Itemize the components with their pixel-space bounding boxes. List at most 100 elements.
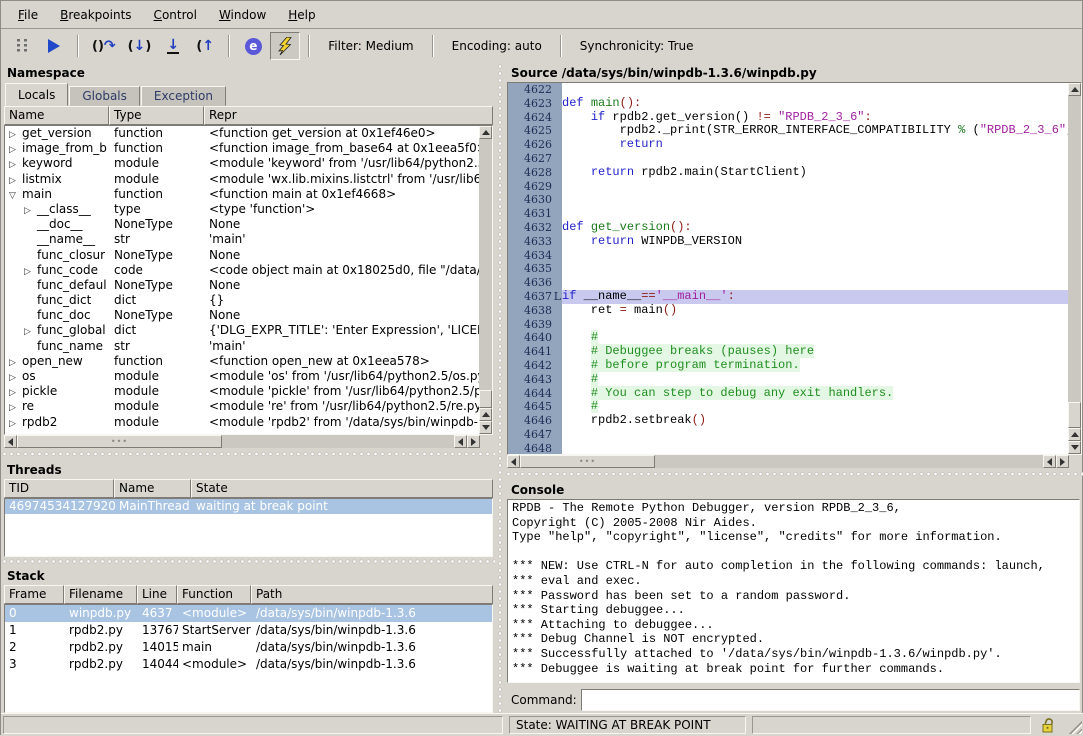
collapsed-icon[interactable]: ▷ <box>9 143 22 156</box>
source-line[interactable]: rpdb2.setbreak() <box>562 414 1068 428</box>
source-line[interactable]: ret = main() <box>562 304 1068 318</box>
splitter-handle[interactable] <box>505 468 1083 480</box>
table-row[interactable]: func_docNoneTypeNone <box>5 308 479 323</box>
column-header-filename[interactable]: Filename <box>64 585 137 604</box>
collapsed-icon[interactable]: ▷ <box>9 371 22 384</box>
source-line[interactable]: # <box>562 400 1068 414</box>
table-row[interactable]: ▷osmodule<module 'os' from '/usr/lib64/p… <box>5 369 479 384</box>
table-row[interactable]: 0winpdb.py4637<module>/data/sys/bin/winp… <box>5 605 492 622</box>
splitter-handle[interactable] <box>1 448 495 460</box>
eval-button[interactable]: e <box>238 32 268 60</box>
source-code[interactable]: def main(): if rpdb2.get_version() != "R… <box>562 83 1068 454</box>
source-line[interactable]: if rpdb2.get_version() != "RPDB_2_3_6": <box>562 111 1068 125</box>
table-row[interactable]: func_namestr'main' <box>5 339 479 354</box>
source-line[interactable] <box>562 276 1068 290</box>
collapsed-icon[interactable]: ▷ <box>24 204 37 217</box>
command-input[interactable] <box>581 689 1080 711</box>
table-row[interactable]: ▷image_from_bfunction<function image_fro… <box>5 141 479 156</box>
source-line[interactable] <box>562 318 1068 332</box>
tab-locals[interactable]: Locals <box>5 83 68 106</box>
table-row[interactable]: ▷rpdb2module<module 'rpdb2' from '/data/… <box>5 415 479 430</box>
source-line[interactable]: return rpdb2.main(StartClient) <box>562 166 1068 180</box>
splitter-handle[interactable] <box>495 63 505 713</box>
tab-globals[interactable]: Globals <box>69 86 140 106</box>
table-row[interactable]: ▷func_codecode<code object main at 0x180… <box>5 263 479 278</box>
table-row[interactable]: __doc__NoneTypeNone <box>5 217 479 232</box>
source-line[interactable] <box>562 442 1068 454</box>
source-line[interactable]: def main(): <box>562 97 1068 111</box>
scrollbar-thumb[interactable]: ••• <box>520 455 655 468</box>
column-header-type[interactable]: Type <box>109 106 204 125</box>
collapsed-icon[interactable]: ▷ <box>9 128 22 141</box>
console-output[interactable]: RPDB - The Remote Python Debugger, versi… <box>507 499 1080 683</box>
source-line[interactable] <box>562 193 1068 207</box>
menu-file[interactable]: File <box>7 3 49 27</box>
source-line[interactable] <box>562 249 1068 263</box>
collapsed-icon[interactable]: ▷ <box>24 325 37 338</box>
encoding-label[interactable]: Encoding: auto <box>442 39 552 53</box>
source-line[interactable] <box>562 83 1068 97</box>
source-line[interactable] <box>562 152 1068 166</box>
column-header-state[interactable]: State <box>191 479 493 498</box>
table-row[interactable]: ▷remodule<module 're' from '/usr/lib64/p… <box>5 399 479 414</box>
expanded-icon[interactable]: ▽ <box>9 189 22 202</box>
table-row[interactable]: 46974534127920MainThreadwaiting at break… <box>5 499 492 514</box>
collapsed-icon[interactable]: ▷ <box>9 158 22 171</box>
table-row[interactable]: __name__str'main' <box>5 232 479 247</box>
tab-exception[interactable]: Exception <box>141 86 226 106</box>
source-vscrollbar[interactable] <box>1068 83 1081 454</box>
column-header-name[interactable]: Name <box>114 479 191 498</box>
source-line[interactable]: # before program termination. <box>562 359 1068 373</box>
table-row[interactable]: func_dictdict{} <box>5 293 479 308</box>
source-line[interactable] <box>562 262 1068 276</box>
source-line[interactable]: if __name__=='__main__': <box>562 290 1068 304</box>
table-row[interactable]: ▽mainfunction<function main at 0x1ef4668… <box>5 187 479 202</box>
synchronicity-button[interactable] <box>270 32 300 60</box>
go-button[interactable] <box>39 32 69 60</box>
collapsed-icon[interactable]: ▷ <box>9 417 22 430</box>
source-line[interactable]: # Debuggee breaks (pauses) here <box>562 345 1068 359</box>
collapsed-icon[interactable]: ▷ <box>9 386 22 399</box>
scrollbar-thumb[interactable] <box>479 390 492 408</box>
menu-window[interactable]: Window <box>208 3 277 27</box>
column-header-function[interactable]: Function <box>177 585 251 604</box>
source-line[interactable]: def get_version(): <box>562 221 1068 235</box>
column-header-frame[interactable]: Frame <box>4 585 64 604</box>
table-row[interactable]: ▷keywordmodule<module 'keyword' from '/u… <box>5 156 479 171</box>
source-line[interactable]: return <box>562 138 1068 152</box>
source-line[interactable] <box>562 180 1068 194</box>
collapsed-icon[interactable]: ▷ <box>24 265 37 278</box>
table-row[interactable]: ▷func_globaldict{'DLG_EXPR_TITLE': 'Ente… <box>5 323 479 338</box>
column-header-name[interactable]: Name <box>4 106 109 125</box>
table-row[interactable]: 2rpdb2.py14015main/data/sys/bin/winpdb-1… <box>5 639 492 656</box>
resize-grip[interactable] <box>1067 719 1082 734</box>
source-hscrollbar[interactable]: ••• <box>507 455 1082 468</box>
column-header-repr[interactable]: Repr <box>204 106 493 125</box>
source-line[interactable]: rpdb2._print(STR_ERROR_INTERFACE_COMPATI… <box>562 124 1068 138</box>
collapsed-icon[interactable]: ▷ <box>9 174 22 187</box>
scrollbar-thumb[interactable] <box>1068 402 1081 428</box>
column-header-tid[interactable]: TID <box>4 479 114 498</box>
step-into-button[interactable]: (↓) <box>123 32 157 60</box>
column-header-line[interactable]: Line <box>137 585 177 604</box>
column-header-path[interactable]: Path <box>251 585 493 604</box>
collapsed-icon[interactable]: ▷ <box>9 401 22 414</box>
filter-label[interactable]: Filter: Medium <box>318 39 423 53</box>
table-row[interactable]: 3rpdb2.py14044<module>/data/sys/bin/winp… <box>5 656 492 673</box>
source-line[interactable]: return WINPDB_VERSION <box>562 235 1068 249</box>
collapsed-icon[interactable]: ▷ <box>9 356 22 369</box>
table-row[interactable]: ▷__class__type<type 'function'> <box>5 202 479 217</box>
table-row[interactable]: func_closurNoneTypeNone <box>5 248 479 263</box>
menu-control[interactable]: Control <box>143 3 208 27</box>
menu-help[interactable]: Help <box>277 3 326 27</box>
step-return-button[interactable]: ↓ <box>158 32 188 60</box>
table-row[interactable]: func_defaulNoneTypeNone <box>5 278 479 293</box>
synchronicity-label[interactable]: Synchronicity: True <box>570 39 704 53</box>
table-row[interactable]: ▷picklemodule<module 'pickle' from '/usr… <box>5 384 479 399</box>
source-line[interactable]: # You can step to debug any exit handler… <box>562 387 1068 401</box>
pause-button[interactable] <box>7 32 37 60</box>
namespace-vscrollbar[interactable] <box>479 126 492 434</box>
table-row[interactable]: ▷get_versionfunction<function get_versio… <box>5 126 479 141</box>
table-row[interactable]: ▷open_newfunction<function open_new at 0… <box>5 354 479 369</box>
splitter-handle[interactable] <box>1 557 495 566</box>
